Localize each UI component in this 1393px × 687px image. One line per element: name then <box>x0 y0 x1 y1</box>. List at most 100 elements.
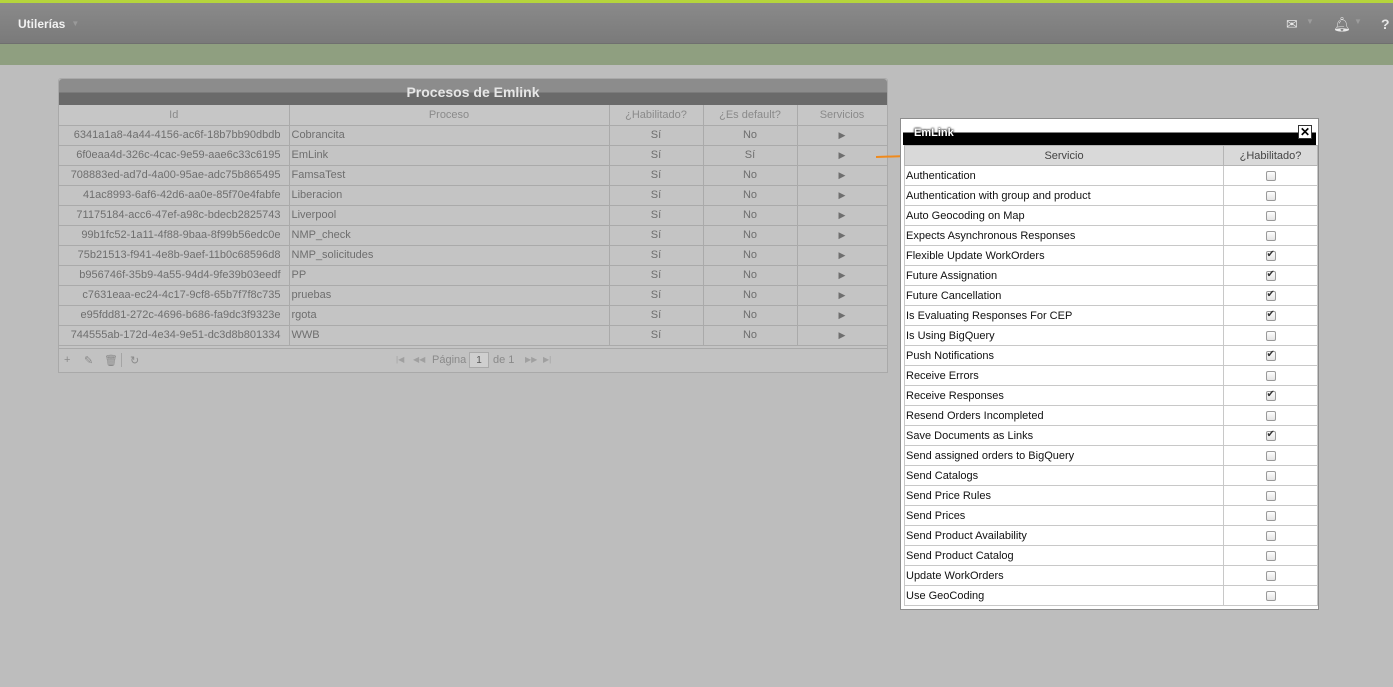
service-enabled-checkbox[interactable] <box>1265 410 1276 421</box>
column-header-enabled[interactable]: ¿Habilitado? <box>1223 145 1318 166</box>
play-icon[interactable]: ▶ <box>839 270 846 280</box>
service-row: Send Catalogs <box>904 465 1318 486</box>
column-header-proceso[interactable]: Proceso <box>289 105 610 126</box>
trash-icon[interactable]: 🗑︎ <box>104 354 118 367</box>
help-icon[interactable]: ? <box>1381 16 1390 32</box>
service-enabled-checkbox[interactable] <box>1265 470 1276 481</box>
next-page-icon[interactable]: ▶▶ <box>525 355 537 364</box>
last-page-icon[interactable]: ▶| <box>543 355 551 364</box>
play-icon[interactable]: ▶ <box>839 290 846 300</box>
service-enabled-checkbox[interactable] <box>1265 530 1276 541</box>
table-row[interactable]: 744555ab-172d-4e34-9e51-dc3d8b801334 WWB S… <box>59 325 888 346</box>
cell-habilitado: Sí <box>609 325 704 346</box>
play-icon[interactable]: ▶ <box>839 150 846 160</box>
chevron-down-icon[interactable]: ▼ <box>1354 17 1362 26</box>
brand-menu[interactable]: Utilerías ▼ <box>18 17 79 31</box>
play-icon[interactable]: ▶ <box>839 130 846 140</box>
play-icon[interactable]: ▶ <box>839 170 846 180</box>
close-icon[interactable]: ✕ <box>1298 125 1312 139</box>
service-name: Future Cancellation <box>904 285 1224 306</box>
refresh-icon[interactable]: ↻ <box>130 354 139 367</box>
chevron-down-icon[interactable]: ▼ <box>1306 17 1314 26</box>
grid-pager: + ✎ 🗑︎ ↻ |◀ ◀◀ Página de 1 ▶▶ ▶| <box>59 348 887 372</box>
column-header-servicio[interactable]: Servicio <box>904 145 1224 166</box>
cell-default: No <box>703 205 798 226</box>
processes-grid-panel: Procesos de Emlink Id Proceso ¿Habilitad… <box>58 78 888 373</box>
page-number-input[interactable] <box>469 352 489 368</box>
column-header-servicios[interactable]: Servicios <box>797 105 888 126</box>
service-name: Push Notifications <box>904 345 1224 366</box>
service-name: Send Catalogs <box>904 465 1224 486</box>
prev-page-icon[interactable]: ◀◀ <box>413 355 425 364</box>
service-enabled-checkbox[interactable] <box>1265 370 1276 381</box>
play-icon[interactable]: ▶ <box>839 230 846 240</box>
edit-icon[interactable]: ✎ <box>84 354 93 367</box>
service-enabled-checkbox[interactable] <box>1265 450 1276 461</box>
service-name: Send Prices <box>904 505 1224 526</box>
cell-servicios: ▶ <box>797 165 888 186</box>
service-enabled-checkbox[interactable] <box>1265 249 1276 261</box>
service-enabled-checkbox[interactable] <box>1265 429 1276 441</box>
table-row[interactable]: 99b1fc52-1a11-4f88-9baa-8f99b56edc0e NMP_… <box>59 225 888 246</box>
column-header-id[interactable]: Id <box>59 105 290 126</box>
service-enabled-checkbox[interactable] <box>1265 550 1276 561</box>
table-row[interactable]: 41ac8993-6af6-42d6-aa0e-85f70e4fabfe Libe… <box>59 185 888 206</box>
service-enabled-checkbox[interactable] <box>1265 330 1276 341</box>
service-name: Receive Responses <box>904 385 1224 406</box>
cell-habilitado: Sí <box>609 205 704 226</box>
play-icon[interactable]: ▶ <box>839 190 846 200</box>
cell-id: 71175184-acc6-47ef-a98c-bdecb2825743 <box>59 205 290 226</box>
service-enabled-checkbox[interactable] <box>1265 389 1276 401</box>
service-enabled-checkbox[interactable] <box>1265 230 1276 241</box>
service-enabled-checkbox[interactable] <box>1265 289 1276 301</box>
table-row[interactable]: c7631eaa-ec24-4c17-9cf8-65b7f7f8c735 prue… <box>59 285 888 306</box>
service-row: Send Product Availability <box>904 525 1318 546</box>
service-row: Resend Orders Incompleted <box>904 405 1318 426</box>
table-row[interactable]: 6341a1a8-4a44-4156-ac6f-18b7bb90dbdb Cobr… <box>59 125 888 146</box>
service-enabled-cell <box>1223 265 1318 286</box>
add-icon[interactable]: + <box>64 354 70 366</box>
first-page-icon[interactable]: |◀ <box>396 355 404 364</box>
service-row: Future Cancellation <box>904 285 1318 306</box>
cell-servicios: ▶ <box>797 225 888 246</box>
service-row: Use GeoCoding <box>904 585 1318 606</box>
play-icon[interactable]: ▶ <box>839 210 846 220</box>
service-enabled-checkbox[interactable] <box>1265 510 1276 521</box>
service-enabled-cell <box>1223 365 1318 386</box>
cell-default: No <box>703 285 798 306</box>
service-enabled-checkbox[interactable] <box>1265 309 1276 321</box>
service-row: Authentication <box>904 165 1318 186</box>
service-enabled-checkbox[interactable] <box>1265 490 1276 501</box>
column-header-default[interactable]: ¿Es default? <box>703 105 798 126</box>
service-enabled-checkbox[interactable] <box>1265 269 1276 281</box>
service-enabled-checkbox[interactable] <box>1265 190 1276 201</box>
play-icon[interactable]: ▶ <box>839 330 846 340</box>
table-row[interactable]: 6f0eaa4d-326c-4cac-9e59-aae6c33c6195 EmLi… <box>59 145 888 166</box>
cell-servicios: ▶ <box>797 325 888 346</box>
table-row[interactable]: e95fdd81-272c-4696-b686-fa9dc3f9323e rgot… <box>59 305 888 326</box>
service-enabled-checkbox[interactable] <box>1265 210 1276 221</box>
service-enabled-checkbox[interactable] <box>1265 170 1276 181</box>
table-row[interactable]: 708883ed-ad7d-4a00-95ae-adc75b865495 Fams… <box>59 165 888 186</box>
mail-icon[interactable]: ✉ <box>1286 16 1298 33</box>
cell-proceso: NMP_check <box>289 225 610 246</box>
cell-habilitado: Sí <box>609 165 704 186</box>
bell-icon[interactable]: 🔔︎ <box>1333 16 1351 33</box>
service-row: Save Documents as Links <box>904 425 1318 446</box>
table-row[interactable]: 71175184-acc6-47ef-a98c-bdecb2825743 Live… <box>59 205 888 226</box>
play-icon[interactable]: ▶ <box>839 310 846 320</box>
dialog-titlebar[interactable]: EmLink ✕ <box>903 121 1316 145</box>
service-enabled-checkbox[interactable] <box>1265 349 1276 361</box>
table-row[interactable]: b956746f-35b9-4a55-94d4-9fe39b03eedf PP Sí… <box>59 265 888 286</box>
service-row: Send assigned orders to BigQuery <box>904 445 1318 466</box>
play-icon[interactable]: ▶ <box>839 250 846 260</box>
service-enabled-checkbox[interactable] <box>1265 590 1276 601</box>
cell-servicios: ▶ <box>797 245 888 266</box>
service-row: Is Evaluating Responses For CEP <box>904 305 1318 326</box>
table-row[interactable]: 75b21513-f941-4e8b-9aef-11b0c68596d8 NMP_… <box>59 245 888 266</box>
column-header-habilitado[interactable]: ¿Habilitado? <box>609 105 704 126</box>
services-header-row: Servicio ¿Habilitado? <box>904 145 1318 166</box>
service-enabled-cell <box>1223 225 1318 246</box>
service-enabled-checkbox[interactable] <box>1265 570 1276 581</box>
service-enabled-cell <box>1223 285 1318 306</box>
